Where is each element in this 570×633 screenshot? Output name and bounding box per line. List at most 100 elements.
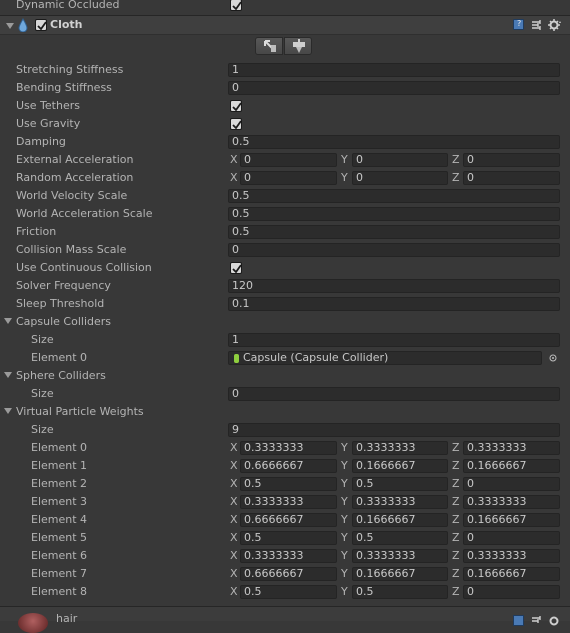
vpw-element-x-field[interactable]: 0.6666667 — [240, 459, 337, 473]
vpw-element-y-field[interactable]: 0.5 — [352, 531, 448, 545]
axis-z-label: Z — [452, 477, 460, 490]
vpw-element-y-field[interactable]: 0.1666667 — [352, 513, 448, 527]
use-continuous-collision-label: Use Continuous Collision — [16, 261, 152, 274]
vpw-element-x-field[interactable]: 0.5 — [240, 585, 337, 599]
random-acceleration-z-field[interactable]: 0 — [463, 171, 560, 185]
paint-button[interactable] — [284, 37, 312, 55]
preset-icon[interactable] — [531, 19, 543, 31]
edit-constraints-button[interactable] — [255, 37, 283, 55]
cloth-enabled-checkbox[interactable] — [35, 19, 47, 31]
triangle-down-icon[interactable] — [6, 23, 14, 29]
world-velocity-scale-field[interactable]: 0.5 — [228, 189, 560, 203]
vpw-element-x-field[interactable]: 0.3333333 — [240, 549, 337, 563]
random-acceleration-label: Random Acceleration — [16, 171, 134, 184]
triangle-down-icon[interactable] — [4, 372, 12, 378]
axis-x-label: X — [230, 549, 238, 562]
vpw-element-z-field[interactable]: 0 — [463, 477, 560, 491]
vpw-element-y-field[interactable]: 0.3333333 — [352, 441, 448, 455]
vpw-element-z-field[interactable]: 0 — [463, 585, 560, 599]
vpw-element-z-field[interactable]: 0.1666667 — [463, 459, 560, 473]
gear-icon[interactable] — [548, 614, 562, 628]
vpw-element-z-field[interactable]: 0.3333333 — [463, 441, 560, 455]
material-preview-icon — [18, 613, 48, 633]
external-acceleration-x-field[interactable]: 0 — [240, 153, 337, 167]
axis-x-label: X — [230, 585, 238, 598]
axis-y-label: Y — [341, 531, 348, 544]
external-acceleration-z-field[interactable]: 0 — [463, 153, 560, 167]
object-picker-icon[interactable] — [549, 354, 557, 362]
damping-label: Damping — [16, 135, 66, 148]
stretching-stiffness-row: Stretching Stiffness 1 — [0, 61, 570, 79]
cloth-droplet-icon — [18, 18, 28, 32]
use-gravity-checkbox[interactable] — [230, 118, 242, 130]
vpw-element-z-field[interactable]: 0.3333333 — [463, 495, 560, 509]
cloth-component-header[interactable]: Cloth ? — [0, 15, 570, 35]
vpw-element-z-field[interactable]: 0.1666667 — [463, 567, 560, 581]
vpw-element-y-field[interactable]: 0.1666667 — [352, 459, 448, 473]
vpw-element-row: Element 2 X 0.5 Y 0.5 Z 0 — [0, 475, 570, 493]
vpw-element-y-field[interactable]: 0.5 — [352, 477, 448, 491]
solver-frequency-field[interactable]: 120 — [228, 279, 560, 293]
friction-row: Friction 0.5 — [0, 223, 570, 241]
virtual-particle-weights-size-field[interactable]: 9 — [228, 423, 560, 437]
sphere-colliders-foldout[interactable]: Sphere Colliders — [0, 367, 570, 385]
world-acceleration-scale-field[interactable]: 0.5 — [228, 207, 560, 221]
vpw-element-y-field[interactable]: 0.5 — [352, 585, 448, 599]
sleep-threshold-field[interactable]: 0.1 — [228, 297, 560, 311]
sleep-threshold-label: Sleep Threshold — [16, 297, 105, 310]
vpw-element-x-field[interactable]: 0.5 — [240, 477, 337, 491]
friction-field[interactable]: 0.5 — [228, 225, 560, 239]
virtual-particle-weights-label: Virtual Particle Weights — [16, 405, 144, 418]
vpw-element-x-field[interactable]: 0.6666667 — [240, 513, 337, 527]
vpw-element-y-field[interactable]: 0.3333333 — [352, 549, 448, 563]
preset-icon[interactable] — [531, 615, 543, 627]
axis-x-label: X — [230, 459, 238, 472]
sphere-colliders-size-field[interactable]: 0 — [228, 387, 560, 401]
virtual-particle-weights-foldout[interactable]: Virtual Particle Weights — [0, 403, 570, 421]
stretching-stiffness-field[interactable]: 1 — [228, 63, 560, 77]
vpw-element-z-field[interactable]: 0 — [463, 531, 560, 545]
vpw-element-y-field[interactable]: 0.3333333 — [352, 495, 448, 509]
use-continuous-collision-checkbox[interactable] — [230, 262, 242, 274]
vpw-element-row: Element 6 X 0.3333333 Y 0.3333333 Z 0.3333333 — [0, 547, 570, 565]
gear-icon[interactable] — [548, 18, 562, 32]
axis-z-label: Z — [452, 531, 460, 544]
vpw-element-x-field[interactable]: 0.6666667 — [240, 567, 337, 581]
dynamic-occluded-checkbox[interactable] — [230, 0, 242, 11]
capsule-colliders-element-label: Element 0 — [31, 351, 88, 364]
bending-stiffness-field[interactable]: 0 — [228, 81, 560, 95]
vpw-element-label: Element 3 — [31, 495, 88, 508]
capsule-colliders-foldout[interactable]: Capsule Colliders — [0, 313, 570, 331]
vpw-element-x-field[interactable]: 0.3333333 — [240, 495, 337, 509]
capsule-colliders-size-field[interactable]: 1 — [228, 333, 560, 347]
vpw-element-label: Element 4 — [31, 513, 88, 526]
axis-y-label: Y — [341, 477, 348, 490]
capsule-collider-object-field[interactable]: Capsule (Capsule Collider) — [228, 351, 542, 365]
collision-mass-scale-field[interactable]: 0 — [228, 243, 560, 257]
vpw-element-y-field[interactable]: 0.1666667 — [352, 567, 448, 581]
vpw-element-x-field[interactable]: 0.3333333 — [240, 441, 337, 455]
vpw-element-z-field[interactable]: 0.1666667 — [463, 513, 560, 527]
axis-y-label: Y — [341, 567, 348, 580]
vpw-element-x-field[interactable]: 0.5 — [240, 531, 337, 545]
use-gravity-label: Use Gravity — [16, 117, 81, 130]
vpw-element-label: Element 6 — [31, 549, 88, 562]
world-acceleration-scale-label: World Acceleration Scale — [16, 207, 153, 220]
random-acceleration-y-field[interactable]: 0 — [352, 171, 448, 185]
hair-label: hair — [56, 612, 78, 625]
external-acceleration-y-field[interactable]: 0 — [352, 153, 448, 167]
triangle-down-icon[interactable] — [4, 408, 12, 414]
vpw-element-z-field[interactable]: 0.3333333 — [463, 549, 560, 563]
axis-y-label: Y — [341, 513, 348, 526]
help-book-icon[interactable]: ? — [513, 19, 524, 30]
random-acceleration-x-field[interactable]: 0 — [240, 171, 337, 185]
triangle-down-icon[interactable] — [4, 318, 12, 324]
axis-y-label: Y — [341, 495, 348, 508]
axis-y-label: Y — [341, 171, 348, 184]
damping-field[interactable]: 0.5 — [228, 135, 560, 149]
vpw-element-label: Element 8 — [31, 585, 88, 598]
axis-x-label: X — [230, 495, 238, 508]
use-tethers-checkbox[interactable] — [230, 100, 242, 112]
vpw-element-label: Element 0 — [31, 441, 88, 454]
hair-component-header[interactable]: hair — [0, 606, 570, 633]
